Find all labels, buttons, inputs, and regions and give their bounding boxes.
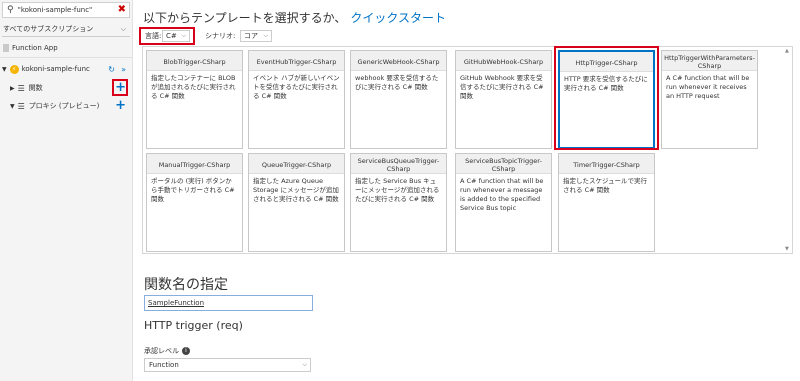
info-icon[interactable]: i [182, 347, 190, 355]
template-desc: 指定した Service Bus キューにメッセージが追加されるたびに実行される… [355, 177, 440, 203]
add-proxy-icon[interactable]: + [115, 99, 126, 112]
template-title: ManualTrigger-CSharp [147, 154, 242, 174]
add-function-highlight [112, 79, 128, 96]
trigger-title: HTTP trigger (req) [144, 319, 243, 332]
app-name: kokoni-sample-func [21, 65, 90, 73]
search-input[interactable]: ⚲ "kokoni-sample-func" ✖ [2, 2, 130, 18]
template-title: BlobTrigger-CSharp [147, 51, 242, 71]
chevron-down-icon: ⌵ [120, 25, 126, 33]
template-card-manual[interactable]: ManualTrigger-CSharp ポータルの (実行) ボタンから手動で… [146, 153, 243, 252]
chevron-down-icon: ⌵ [181, 32, 186, 39]
close-icon[interactable]: ✖ [118, 4, 126, 15]
template-title: QueueTrigger-CSharp [249, 154, 344, 174]
scroll-down-icon[interactable]: ▼ [785, 246, 789, 252]
subscription-label: すべてのサブスクリプション [3, 25, 94, 33]
selected-template-highlight [554, 46, 659, 150]
template-title: GitHubWebHook-CSharp [456, 51, 551, 71]
template-title: GenericWebHook-CSharp [351, 51, 446, 71]
template-desc: A C# function that will be run whenever … [460, 177, 544, 212]
template-title: TimerTrigger-CSharp [559, 154, 654, 174]
search-icon: ⚲ [7, 5, 14, 15]
filter-icon [3, 44, 9, 52]
sidebar-item-label: 関数 [28, 84, 43, 92]
sidebar-item-label: Function App [12, 44, 58, 52]
template-title: EventHubTrigger-CSharp [249, 51, 344, 71]
divider [0, 57, 133, 58]
expand-down-icon[interactable]: ▼ [2, 66, 7, 73]
function-name-heading: 関数名の指定 [144, 277, 228, 293]
scroll-up-icon[interactable]: ▲ [785, 48, 789, 54]
chevron-down-icon: ⌵ [302, 361, 307, 368]
function-name-input[interactable]: SampleFunction [144, 295, 313, 311]
heading-text: 以下からテンプレートを選択するか、 [143, 11, 347, 25]
template-title: HttpTriggerWithParameters-CSharp [662, 51, 757, 71]
template-desc: ポータルの (実行) ボタンから手動でトリガーされる C# 関数 [151, 177, 235, 203]
sidebar-item-app[interactable]: ▼ ⚡ kokoni-sample-func ↻ » [0, 62, 133, 76]
language-select[interactable]: C# ⌵ [162, 30, 190, 42]
scenario-label: シナリオ: [205, 32, 236, 40]
chevron-down-icon: ⌵ [263, 32, 268, 39]
expand-down-icon[interactable]: ▼ [10, 103, 15, 110]
language-value: C# [166, 32, 177, 40]
template-card-servicebus-queue[interactable]: ServiceBusQueueTrigger-CSharp 指定した Servi… [350, 153, 447, 252]
template-desc: 指定したスケジュールで実行される C# 関数 [563, 177, 648, 194]
search-value: "kokoni-sample-func" [17, 6, 93, 14]
auth-level-value: Function [149, 361, 179, 369]
sidebar-item-label: プロキシ (プレビュー) [28, 102, 100, 110]
sidebar-item-function-app[interactable]: Function App [0, 41, 133, 55]
language-label: 言語: [145, 32, 162, 40]
template-card-generic-webhook[interactable]: GenericWebHook-CSharp webhook 要求を受信するたびに… [350, 50, 447, 149]
template-card-queue[interactable]: QueueTrigger-CSharp 指定した Azure Queue Sto… [248, 153, 345, 252]
template-desc: イベント ハブが新しいイベントを受信するたびに実行される C# 関数 [253, 74, 340, 100]
list-icon: ☰ [17, 101, 25, 111]
template-card-github-webhook[interactable]: GitHubWebHook-CSharp GitHub Webhook 要求を受… [455, 50, 552, 149]
auth-level-select[interactable]: Function ⌵ [144, 358, 311, 372]
template-title: ServiceBusTopicTrigger-CSharp [456, 154, 551, 174]
scrollbar[interactable]: ▲ ▼ [785, 48, 791, 252]
template-desc: webhook 要求を受信するたびに実行される C# 関数 [355, 74, 439, 91]
expand-right-icon[interactable]: ▶ [10, 85, 15, 92]
template-desc: 指定した Azure Queue Storage にメッセージが追加されると実行… [253, 177, 339, 203]
list-icon: ☰ [17, 83, 25, 93]
template-card-timer[interactable]: TimerTrigger-CSharp 指定したスケジュールで実行される C# … [558, 153, 655, 252]
refresh-icon[interactable]: ↻ [108, 65, 115, 74]
auth-level-text: 承認レベル [144, 347, 179, 355]
template-card-blob[interactable]: BlobTrigger-CSharp 指定したコンテナーに BLOB が追加され… [146, 50, 243, 149]
template-title: ServiceBusQueueTrigger-CSharp [351, 154, 446, 174]
template-desc: 指定したコンテナーに BLOB が追加されるたびに実行される C# 関数 [151, 74, 236, 100]
function-app-icon: ⚡ [9, 64, 19, 74]
sidebar-item-proxies[interactable]: ▼ ☰ プロキシ (プレビュー) + [0, 99, 133, 113]
template-desc: A C# function that will be run whenever … [666, 74, 750, 100]
scenario-value: コア [244, 32, 258, 40]
template-desc: GitHub Webhook 要求を受信するたびに実行される C# 関数 [460, 74, 544, 100]
template-card-servicebus-topic[interactable]: ServiceBusTopicTrigger-CSharp A C# funct… [455, 153, 552, 252]
scenario-select[interactable]: コア ⌵ [240, 30, 272, 42]
page-title: 以下からテンプレートを選択するか、 クイックスタート [143, 9, 446, 26]
template-card-http-params[interactable]: HttpTriggerWithParameters-CSharp A C# fu… [661, 50, 758, 149]
double-chevron-icon[interactable]: » [121, 65, 126, 74]
subscription-select[interactable]: すべてのサブスクリプション ⌵ [2, 22, 130, 37]
template-card-eventhub[interactable]: EventHubTrigger-CSharp イベント ハブが新しいイベントを受… [248, 50, 345, 149]
sidebar: ⚲ "kokoni-sample-func" ✖ すべてのサブスクリプション ⌵… [0, 0, 133, 381]
auth-level-label: 承認レベル i [144, 346, 190, 356]
quickstart-link[interactable]: クイックスタート [350, 11, 446, 25]
